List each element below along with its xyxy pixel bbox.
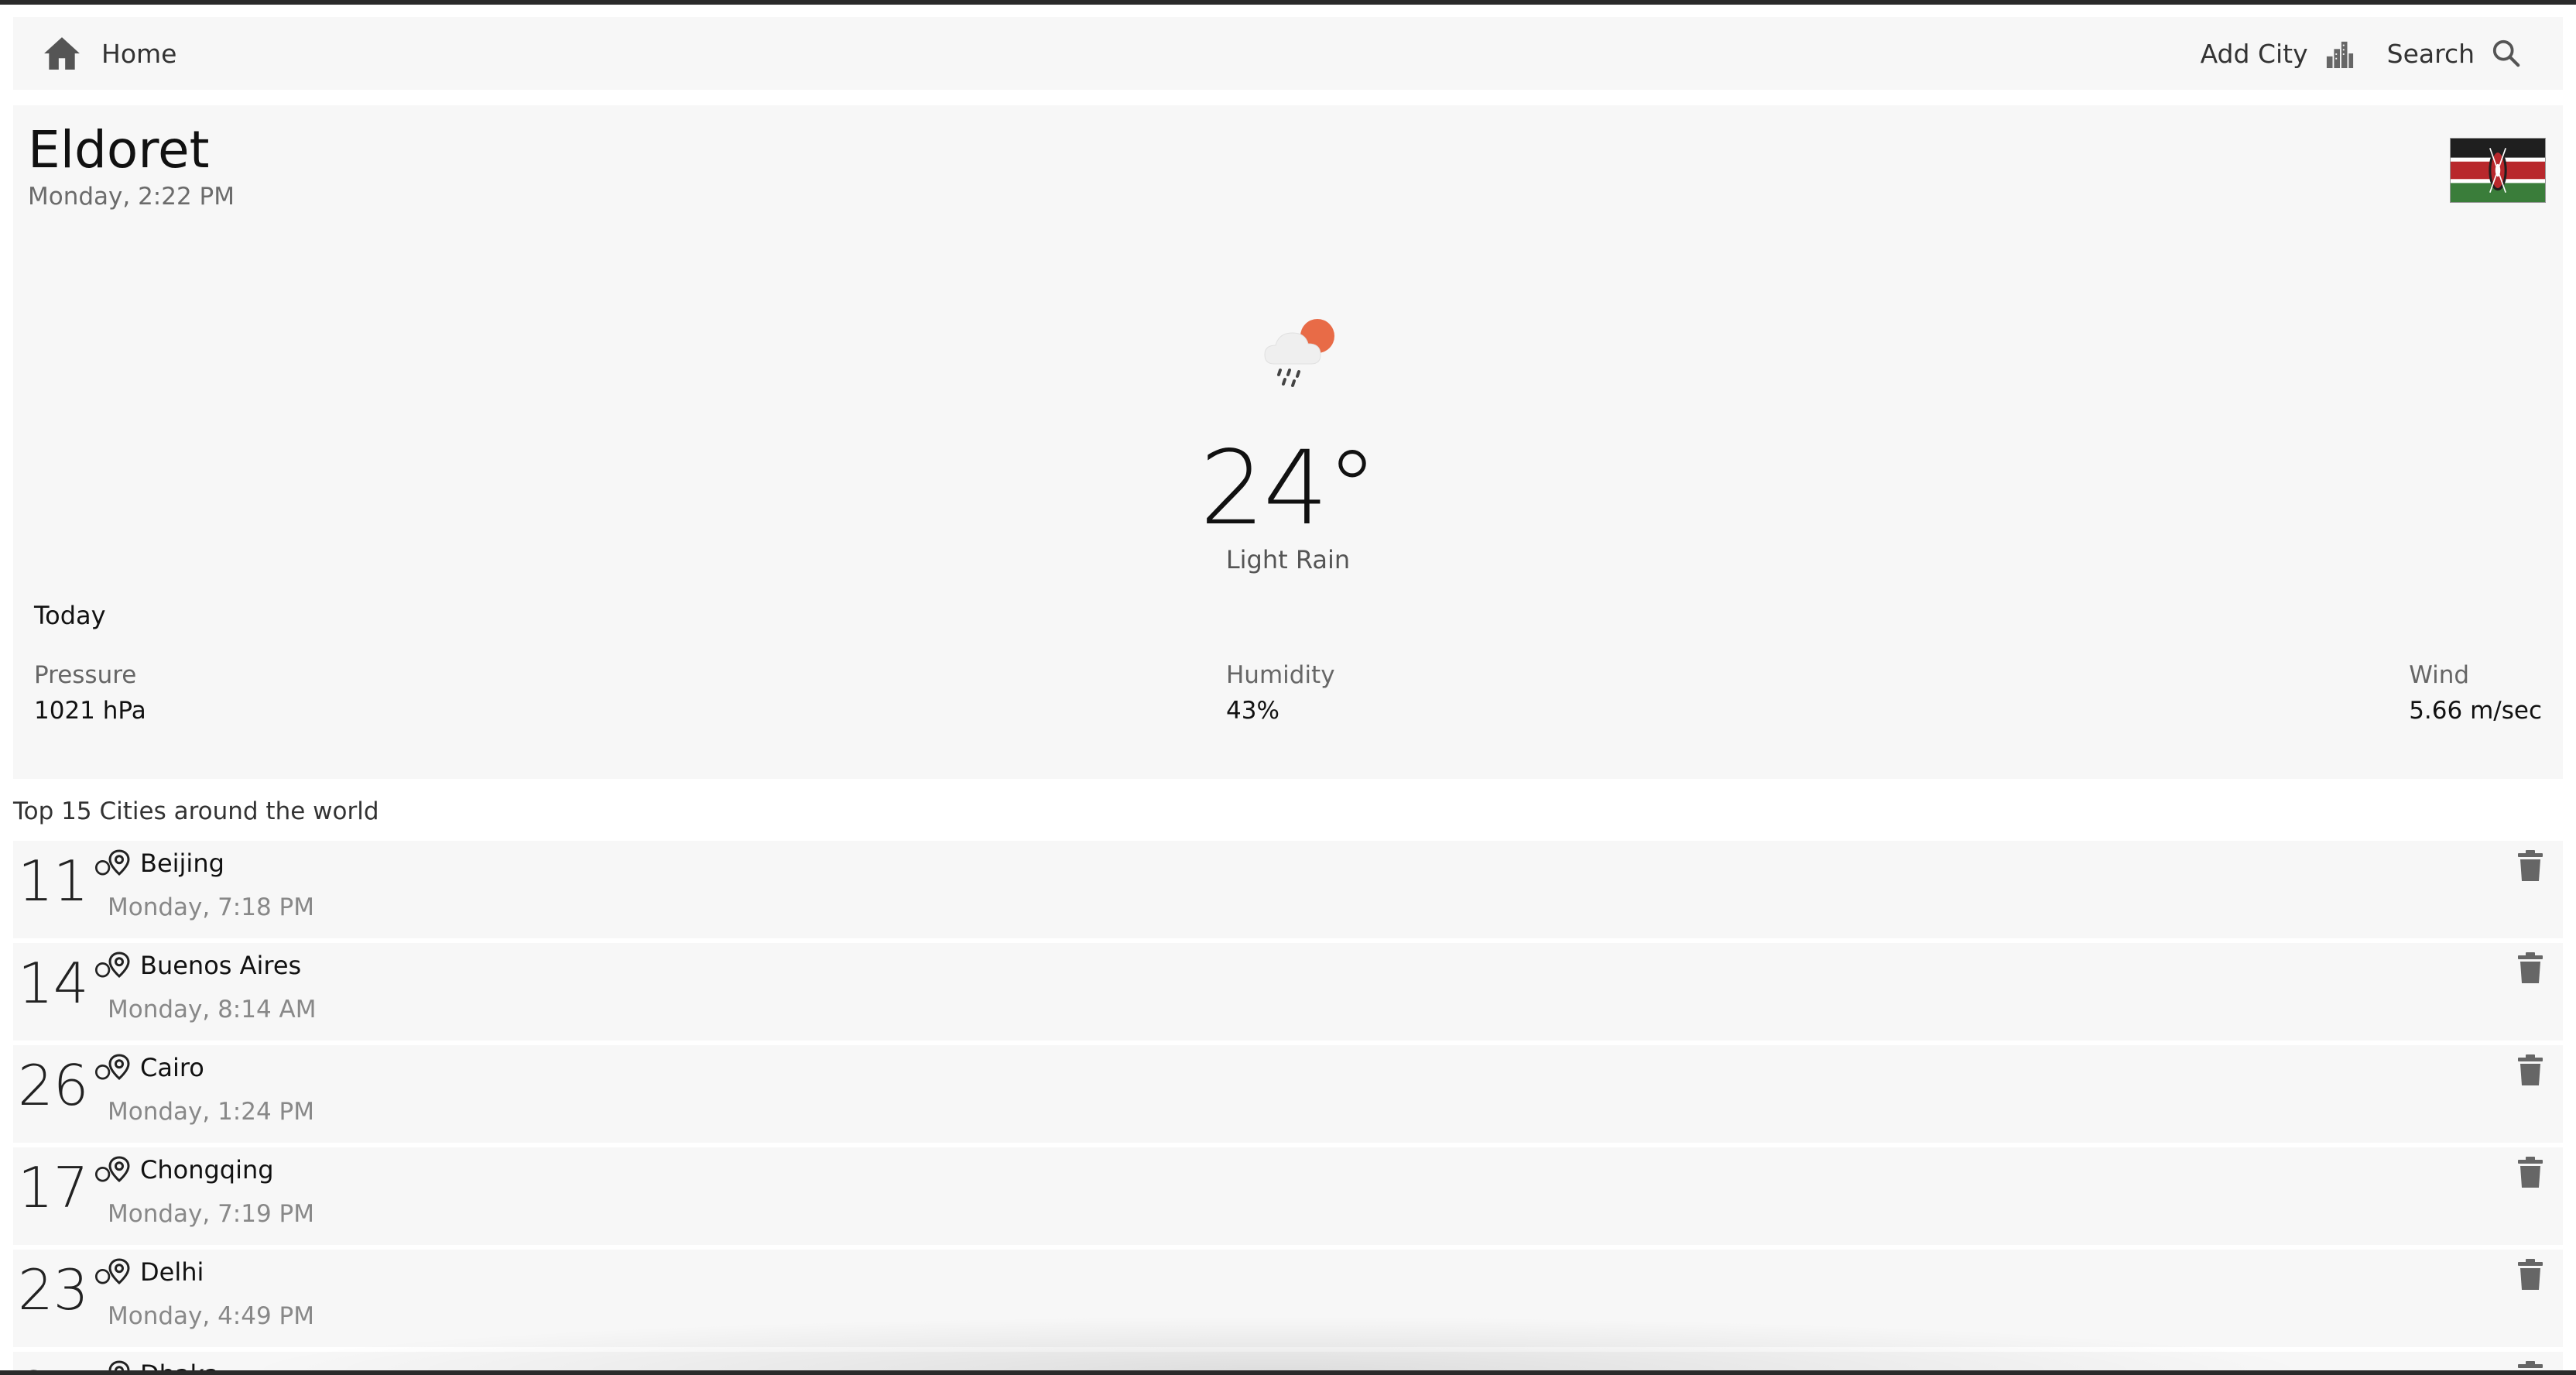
- pressure-value: 1021 hPa: [34, 697, 146, 725]
- city-name: Chongqing: [140, 1155, 274, 1185]
- location-pin-icon: [108, 952, 130, 978]
- delete-city-trash-icon[interactable]: [2515, 951, 2546, 985]
- delete-city-trash-icon[interactable]: [2515, 849, 2546, 883]
- search-icon: [2492, 39, 2520, 67]
- wind-stat: Wind 5.66 m/sec: [2409, 661, 2542, 725]
- navbar: Home Add City Search: [13, 17, 2563, 90]
- humidity-label: Humidity: [1226, 661, 1335, 689]
- location-pin-icon: [108, 1156, 130, 1182]
- location-pin-icon: [108, 1360, 130, 1370]
- today-heading: Today: [34, 601, 106, 630]
- city-name: Cairo: [140, 1053, 204, 1082]
- delete-city-trash-icon[interactable]: [2515, 1155, 2546, 1189]
- delete-city-trash-icon[interactable]: [2515, 1053, 2546, 1087]
- pressure-stat: Pressure 1021 hPa: [34, 661, 146, 725]
- current-temperature: 24°: [1200, 429, 1378, 548]
- location-pin-icon: [108, 849, 130, 876]
- city-name: Beijing: [140, 849, 224, 878]
- city-row[interactable]: 17° Chongqing Monday, 7:19 PM: [13, 1147, 2563, 1245]
- search-button[interactable]: Search: [2387, 39, 2521, 69]
- city-temperature: 23°: [18, 1257, 117, 1322]
- cities-list-title: Top 15 Cities around the world: [13, 797, 379, 825]
- home-icon: [44, 37, 80, 70]
- window-bottom-border: [0, 1370, 2576, 1375]
- city-row[interactable]: 26° Cairo Monday, 1:24 PM: [13, 1045, 2563, 1143]
- location-pin-icon: [108, 1054, 130, 1080]
- home-label: Home: [101, 38, 177, 69]
- current-city-name: Eldoret: [28, 120, 210, 180]
- city-buildings-icon: [2326, 41, 2353, 68]
- city-row[interactable]: 11° Beijing Monday, 7:18 PM: [13, 841, 2563, 938]
- light-rain-icon: [1264, 319, 1334, 387]
- delete-city-trash-icon[interactable]: [2515, 1257, 2546, 1291]
- city-temperature: 11°: [18, 849, 117, 914]
- search-label: Search: [2386, 38, 2475, 69]
- city-name: Dhaka: [140, 1360, 219, 1370]
- city-row[interactable]: 23° Delhi Monday, 4:49 PM: [13, 1250, 2563, 1347]
- city-row[interactable]: 27° Dhaka: [13, 1352, 2563, 1370]
- city-time: Monday, 1:24 PM: [108, 1098, 314, 1126]
- add-city-button[interactable]: Add City: [2201, 39, 2355, 69]
- city-row[interactable]: 14° Buenos Aires Monday, 8:14 AM: [13, 943, 2563, 1041]
- city-name: Delhi: [140, 1257, 204, 1287]
- city-temperature: 17°: [18, 1155, 117, 1220]
- current-condition: Light Rain: [1225, 545, 1351, 574]
- city-time: Monday, 8:14 AM: [108, 996, 317, 1024]
- add-city-label: Add City: [2200, 38, 2308, 69]
- kenya-flag-icon: [2450, 138, 2546, 203]
- city-name: Buenos Aires: [140, 951, 302, 980]
- city-temperature: 14°: [18, 951, 117, 1016]
- nav-actions: Add City Search: [2201, 34, 2521, 73]
- wind-label: Wind: [2409, 661, 2470, 689]
- humidity-value: 43%: [1226, 697, 1279, 725]
- delete-city-trash-icon[interactable]: [2515, 1360, 2546, 1370]
- current-weather-card: Eldoret Monday, 2:22 PM 24° Light Rain T…: [13, 105, 2563, 779]
- pressure-label: Pressure: [34, 661, 137, 689]
- city-time: Monday, 7:19 PM: [108, 1200, 314, 1228]
- current-city-time: Monday, 2:22 PM: [28, 183, 235, 211]
- window-top-border: [0, 0, 2576, 5]
- humidity-stat: Humidity 43%: [1226, 661, 1335, 725]
- city-time: Monday, 4:49 PM: [108, 1302, 314, 1330]
- location-pin-icon: [108, 1258, 130, 1284]
- city-temperature: 26°: [18, 1053, 117, 1118]
- city-temperature: 27°: [18, 1360, 117, 1370]
- wind-value: 5.66 m/sec: [2409, 697, 2542, 725]
- city-time: Monday, 7:18 PM: [108, 893, 314, 921]
- home-link[interactable]: Home: [43, 34, 176, 73]
